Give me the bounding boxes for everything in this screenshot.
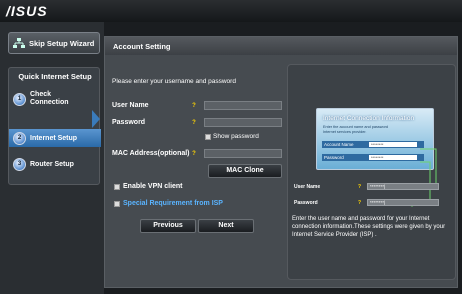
example-password-label: Password — [294, 200, 318, 206]
example-username-field: ********| — [367, 183, 439, 190]
example-password-help-icon: ? — [358, 200, 362, 206]
example-password-field: ********| — [367, 199, 439, 206]
example-username-label: User Name — [294, 184, 321, 190]
illustration-connector-lines — [410, 148, 437, 207]
example-username-help-icon: ? — [358, 184, 362, 190]
info-description: Enter the user name and password for you… — [292, 216, 446, 238]
